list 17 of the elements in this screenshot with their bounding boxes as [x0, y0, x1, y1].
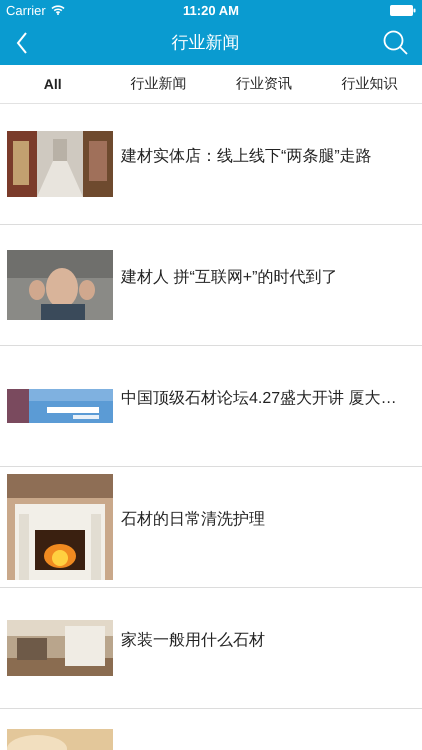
- page-title: 行业新闻: [172, 32, 240, 54]
- wifi-icon: [50, 5, 65, 15]
- battery-icon: [390, 4, 416, 16]
- article-row[interactable]: 家装一般用什么石材: [0, 588, 422, 709]
- back-icon[interactable]: [16, 32, 28, 54]
- search-icon[interactable]: [383, 30, 408, 55]
- article-title: 中国顶级石材论坛4.27盛大开讲 厦大…: [121, 388, 397, 408]
- article-row[interactable]: 建材实体店：线上线下“两条腿”走路: [0, 104, 422, 225]
- article-title: 建材人 拼“互联网+”的时代到了: [121, 268, 338, 288]
- article-row[interactable]: 中国顶级石材论坛4.27盛大开讲 厦大…: [0, 346, 422, 467]
- article-title: 家装一般用什么石材: [121, 630, 265, 650]
- article-title: 建材实体店：线上线下“两条腿”走路: [121, 146, 372, 166]
- status-time: 11:20 AM: [183, 2, 239, 18]
- article-row[interactable]: 建材人 拼“互联网+”的时代到了: [0, 225, 422, 346]
- article-title: 石材的日常清洗护理: [121, 510, 265, 530]
- carrier-label: Carrier: [6, 2, 46, 18]
- article-row[interactable]: 石材的日常清洗护理: [0, 467, 422, 588]
